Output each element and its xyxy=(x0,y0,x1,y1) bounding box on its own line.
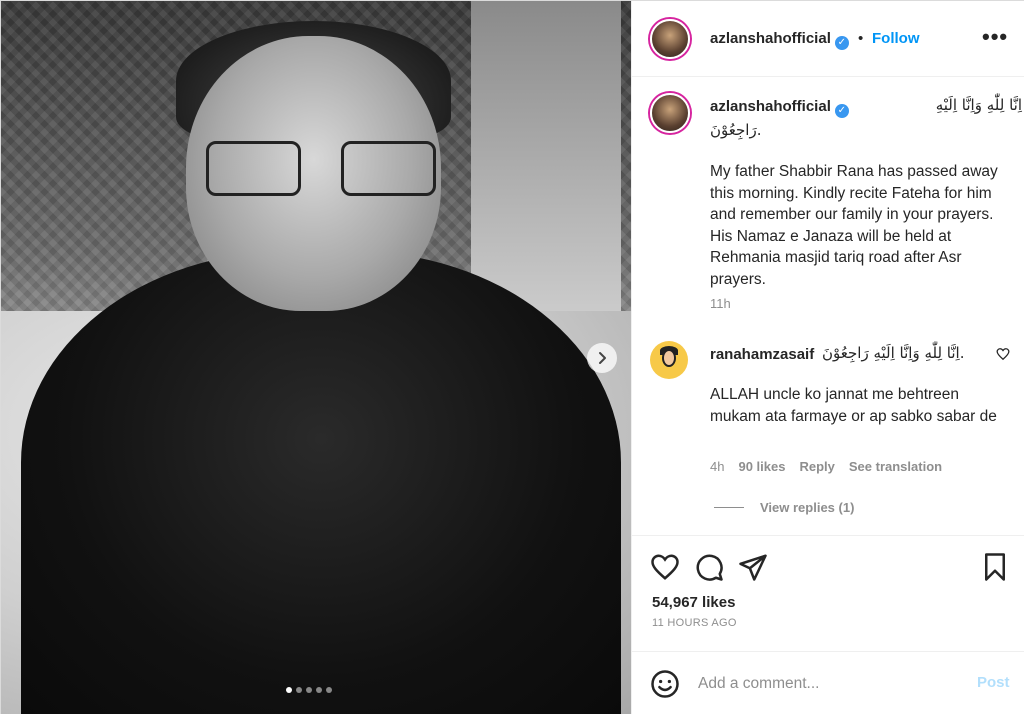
header-separator: • xyxy=(858,30,864,47)
carousel-dot-1 xyxy=(286,687,292,693)
post-header: azlanshahofficial ✓ • Follow ••• xyxy=(632,1,1024,77)
carousel-dot-5 xyxy=(326,687,332,693)
comment-meta: 4h 90 likes Reply See translation xyxy=(710,459,942,474)
photo-window xyxy=(471,1,621,331)
caption-avatar[interactable] xyxy=(650,93,690,133)
reply-button[interactable]: Reply xyxy=(799,459,834,474)
heart-icon[interactable] xyxy=(650,552,680,582)
action-icons xyxy=(650,552,768,582)
post-photo[interactable] xyxy=(1,1,631,714)
commenter-username[interactable]: ranahamzasaif xyxy=(710,346,814,363)
post-comment-button[interactable]: Post xyxy=(977,674,1010,691)
emoji-icon[interactable] xyxy=(650,669,680,699)
comment-text: ALLAH uncle ko jannat me behtreen mukam … xyxy=(710,386,997,425)
like-comment-icon[interactable] xyxy=(996,347,1010,361)
more-options-icon[interactable]: ••• xyxy=(982,24,1008,50)
verified-badge-icon: ✓ xyxy=(834,36,849,50)
post-side-panel: azlanshahofficial ✓ • Follow ••• azlansha… xyxy=(631,1,1024,714)
author-username[interactable]: azlanshahofficial ✓ xyxy=(710,30,849,50)
post-dialog: azlanshahofficial ✓ • Follow ••• azlansha… xyxy=(0,0,1024,714)
caption-text: My father Shabbir Rana has passed away t… xyxy=(710,163,998,288)
follow-button[interactable]: Follow xyxy=(872,30,920,47)
carousel-dot-4 xyxy=(316,687,322,693)
add-comment-bar: Post xyxy=(632,651,1024,714)
caption-timestamp[interactable]: 11h xyxy=(710,296,731,311)
view-replies-label[interactable]: View replies (1) xyxy=(760,500,854,515)
next-image-button[interactable] xyxy=(587,343,617,373)
comment-input[interactable] xyxy=(698,672,958,696)
bookmark-icon[interactable] xyxy=(980,552,1010,582)
comment-icon[interactable] xyxy=(694,552,724,582)
replies-divider xyxy=(714,507,744,508)
see-translation-button[interactable]: See translation xyxy=(849,459,942,474)
view-replies-button[interactable]: View replies (1) xyxy=(714,500,854,515)
share-icon[interactable] xyxy=(738,552,768,582)
carousel-dot-2 xyxy=(296,687,302,693)
carousel-indicator xyxy=(286,687,332,693)
post-timestamp[interactable]: 11 HOURS AGO xyxy=(652,617,737,629)
carousel-dot-3 xyxy=(306,687,312,693)
comment-time[interactable]: 4h xyxy=(710,459,724,474)
chevron-right-icon xyxy=(599,352,606,364)
caption-arabic-line2: رَاجِعُوْنَ. xyxy=(710,121,762,139)
caption-username[interactable]: azlanshahofficial ✓ xyxy=(710,98,849,118)
caption-arabic-line1: اِنَّا لِلّٰهِ وَاِنَّا اِلَيْهِ xyxy=(935,96,1022,114)
author-avatar[interactable] xyxy=(650,19,690,59)
comment-likes[interactable]: 90 likes xyxy=(738,459,785,474)
photo-glasses xyxy=(206,141,436,201)
likes-count[interactable]: 54,967 likes xyxy=(652,594,735,611)
post-actions: 54,967 likes 11 HOURS AGO xyxy=(632,535,1024,651)
comment-arabic: .اِنَّا لِلّٰهِ وَاِنَّا اِلَيْهِ رَاجِع… xyxy=(822,344,965,362)
photo-coat xyxy=(21,251,621,714)
commenter-avatar[interactable] xyxy=(650,341,688,379)
